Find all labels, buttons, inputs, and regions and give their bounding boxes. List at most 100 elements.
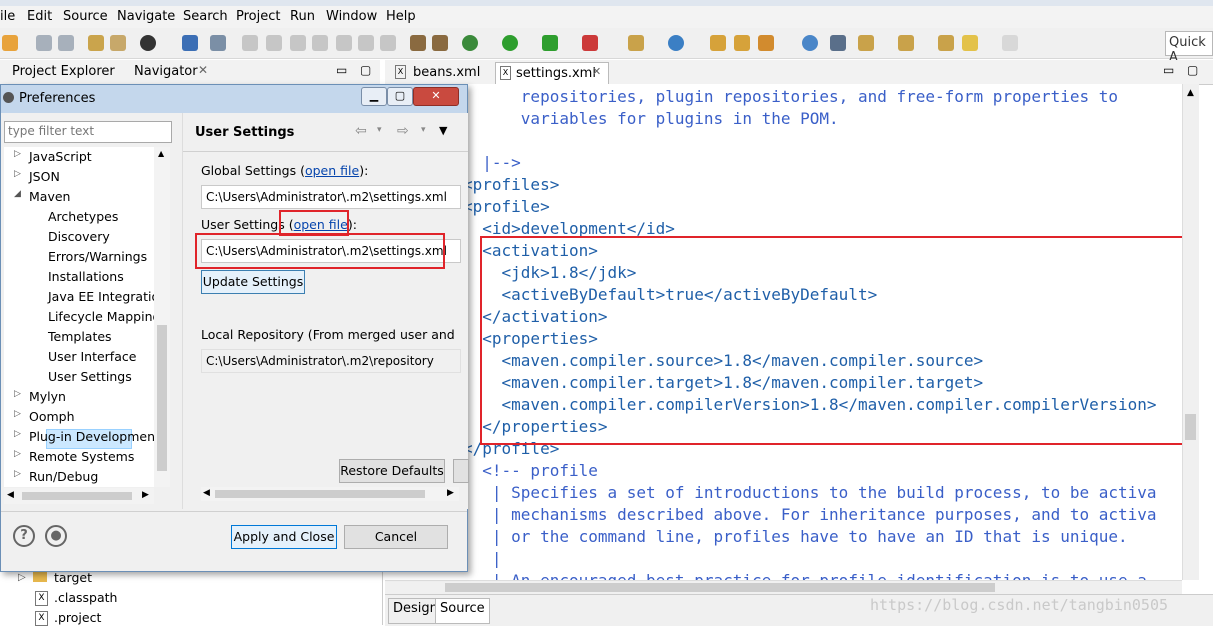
drop-to-frame-icon[interactable] [432, 35, 448, 51]
run-icon[interactable] [502, 35, 518, 51]
globe-icon[interactable] [802, 35, 818, 51]
tree-item-plugin-development[interactable]: ▷ Plug-in Development [14, 429, 160, 444]
quick-access-input[interactable]: Quick A [1165, 31, 1213, 65]
maximize-icon[interactable]: ▢ [360, 63, 371, 77]
tab-navigator[interactable]: Navigator [134, 64, 198, 79]
tree-item-discovery[interactable]: Discovery [48, 229, 110, 244]
scroll-thumb[interactable] [445, 583, 995, 592]
update-settings-button[interactable]: Update Settings [201, 270, 305, 294]
tree-item-remote-systems[interactable]: ▷ Remote Systems [14, 449, 134, 464]
global-open-file-link[interactable]: open file [305, 163, 359, 178]
tree-item-project[interactable]: .project [54, 610, 101, 625]
close-icon[interactable]: ✕ [592, 65, 601, 78]
global-settings-field[interactable]: C:\Users\Administrator\.m2\settings.xml [201, 185, 461, 209]
menu-help[interactable]: Help [386, 9, 416, 24]
skip-breakpoints-icon[interactable] [210, 35, 226, 51]
cancel-button[interactable]: Cancel [344, 525, 448, 549]
menu-navigate[interactable]: Navigate [117, 9, 175, 24]
page-horizontal-scrollbar[interactable]: ◀ ▶ [201, 487, 459, 501]
save-icon[interactable] [36, 35, 52, 51]
expand-icon[interactable]: ▷ [14, 169, 21, 179]
tree-item-installations[interactable]: Installations [48, 269, 124, 284]
expand-icon[interactable]: ▷ [14, 469, 21, 479]
tree-item-lifecycle[interactable]: Lifecycle Mapping [48, 309, 160, 324]
scroll-right-icon[interactable]: ▶ [447, 488, 454, 498]
restore-defaults-button[interactable]: Restore Defaults [339, 459, 445, 483]
menu-project[interactable]: Project [236, 9, 280, 24]
next-annotation-icon[interactable] [858, 35, 874, 51]
tree-item-oomph[interactable]: ▷ Oomph [14, 409, 75, 424]
suspend-icon[interactable] [266, 35, 282, 51]
tab-project-explorer[interactable]: Project Explorer [12, 64, 115, 79]
menu-window[interactable]: Window [326, 9, 377, 24]
tree-item-maven[interactable]: ◢ Maven [14, 189, 70, 204]
tree-item-target[interactable]: target [54, 570, 92, 585]
console-icon[interactable] [182, 35, 198, 51]
chevron-down-icon[interactable]: ▾ [421, 125, 426, 135]
back-icon[interactable] [962, 35, 978, 51]
menu-run[interactable]: Run [290, 9, 315, 24]
tree-item-run-debug[interactable]: ▷ Run/Debug [14, 469, 98, 484]
scroll-left-icon[interactable]: ◀ [203, 488, 210, 498]
debug-icon[interactable] [462, 35, 478, 51]
tree-item-errors-warnings[interactable]: Errors/Warnings [48, 249, 147, 264]
tree-item-mylyn[interactable]: ▷ Mylyn [14, 389, 66, 404]
terminate-icon[interactable] [290, 35, 306, 51]
scroll-thumb[interactable] [215, 490, 425, 498]
open-folder-2-icon[interactable] [734, 35, 750, 51]
scroll-up-icon[interactable]: ▲ [158, 149, 164, 158]
menu-edit[interactable]: Edit [27, 9, 52, 24]
scroll-left-icon[interactable]: ◀ [7, 490, 14, 500]
maximize-button[interactable]: ▢ [387, 87, 413, 106]
menu-search[interactable]: Search [183, 9, 228, 24]
save-all-icon[interactable] [58, 35, 74, 51]
minimize-icon[interactable]: ▭ [1163, 63, 1174, 77]
scroll-thumb[interactable] [157, 325, 167, 471]
coverage-icon[interactable] [542, 35, 558, 51]
scroll-thumb[interactable] [1185, 414, 1196, 440]
close-icon[interactable]: ✕ [198, 63, 208, 77]
close-button[interactable]: ✕ [413, 87, 459, 106]
use-step-filters-icon[interactable] [410, 35, 426, 51]
record-icon[interactable]: ● [45, 525, 67, 547]
menu-source[interactable]: Source [63, 9, 108, 24]
apply-and-close-button[interactable]: Apply and Close [231, 525, 337, 549]
help-icon[interactable]: ? [13, 525, 35, 547]
minimize-icon[interactable]: ▭ [336, 63, 347, 77]
collapse-icon[interactable]: ◢ [14, 189, 21, 199]
new-class-icon[interactable] [668, 35, 684, 51]
chevron-down-icon[interactable]: ▾ [377, 125, 382, 135]
expand-icon[interactable]: ▷ [14, 149, 21, 159]
expand-icon[interactable]: ▷ [14, 409, 21, 419]
menu-icon[interactable]: ▼ [439, 124, 447, 137]
menu-file[interactable]: ile [0, 9, 15, 24]
forward-icon[interactable] [1002, 35, 1018, 51]
tab-settings-xml[interactable]: X settings.xml ✕ [495, 62, 609, 85]
scroll-right-icon[interactable]: ▶ [142, 490, 149, 500]
filter-input[interactable]: type filter text [4, 121, 172, 143]
forward-icon[interactable]: ⇨ [397, 123, 409, 139]
tree-vertical-scrollbar[interactable]: ▲ [154, 147, 170, 487]
open-folder-icon[interactable] [710, 35, 726, 51]
back-icon[interactable]: ⇦ [355, 123, 367, 139]
new-icon[interactable] [2, 35, 18, 51]
disconnect-icon[interactable] [312, 35, 328, 51]
resume-icon[interactable] [242, 35, 258, 51]
expand-icon[interactable]: ▷ [14, 389, 21, 399]
expand-icon[interactable]: ▷ [14, 449, 21, 459]
step-into-icon[interactable] [336, 35, 352, 51]
maximize-icon[interactable]: ▢ [1187, 63, 1198, 77]
tab-source[interactable]: Source [435, 598, 490, 624]
tree-item-user-interface[interactable]: User Interface [48, 349, 136, 364]
tab-beans-xml[interactable]: X beans.xml [391, 62, 491, 84]
external-tools-icon[interactable] [582, 35, 598, 51]
last-edit-icon[interactable] [938, 35, 954, 51]
editor-horizontal-scrollbar[interactable] [385, 580, 1182, 595]
scroll-up-icon[interactable]: ▲ [1187, 88, 1194, 98]
dialog-titlebar[interactable]: Preferences ▁ ▢ ✕ [1, 85, 467, 113]
step-over-icon[interactable] [358, 35, 374, 51]
profile-icon[interactable] [140, 35, 156, 51]
expand-icon[interactable]: ▷ [14, 429, 21, 439]
tree-item-archetypes[interactable]: Archetypes [48, 209, 118, 224]
tree-item-json[interactable]: ▷ JSON [14, 169, 60, 184]
